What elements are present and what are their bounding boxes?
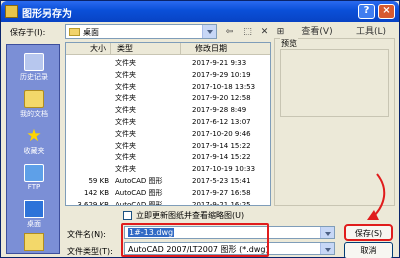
annotation-arrow (367, 173, 386, 220)
save-as-dialog: 图形另存为 ? × 保存于(I): 桌面 ⇦ ⬚ ✕ ⊞ 查看(V) 工具(L)… (0, 0, 400, 258)
arrow-line (372, 173, 386, 218)
